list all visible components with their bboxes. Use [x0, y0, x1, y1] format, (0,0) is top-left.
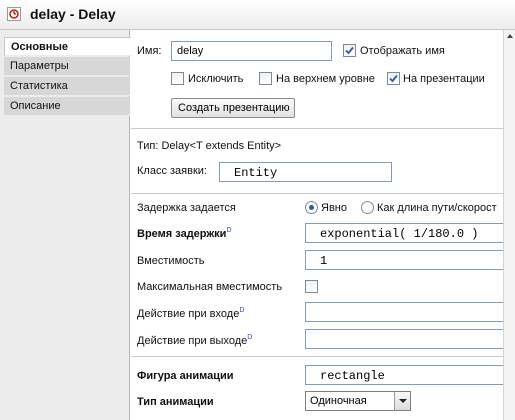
entity-class-label: Класс заявки:: [137, 165, 207, 177]
entity-class-input[interactable]: Entity: [219, 162, 392, 182]
radio-path-length-label: Как длина пути/скорост: [377, 202, 497, 214]
tab-parameters[interactable]: Параметры: [4, 57, 130, 76]
max-capacity-label: Максимальная вместимость: [137, 281, 283, 293]
on-presentation-checkbox[interactable]: [387, 72, 400, 85]
tab-statistics[interactable]: Статистика: [4, 77, 130, 96]
top-level-checkbox[interactable]: [259, 72, 272, 85]
anim-shape-label: Фигура анимации: [137, 370, 234, 382]
properties-tab-sidebar: Основные Параметры Статистика Описание: [0, 30, 131, 420]
window-title: delay - Delay: [30, 6, 116, 22]
max-capacity-checkbox[interactable]: [305, 280, 318, 293]
dropdown-button[interactable]: [394, 392, 410, 410]
dynamic-marker: D: [226, 227, 232, 234]
name-label: Имя:: [137, 45, 162, 57]
create-presentation-button[interactable]: Создать презентацию: [171, 98, 295, 118]
type-text: Тип: Delay<T extends Entity>: [137, 140, 282, 152]
tab-main[interactable]: Основные: [4, 37, 131, 56]
delay-block-icon: [7, 7, 21, 21]
radio-explicit[interactable]: [305, 201, 318, 214]
section-divider: [131, 193, 503, 194]
tab-description[interactable]: Описание: [4, 97, 130, 116]
checkmark-icon: [389, 74, 398, 83]
capacity-label: Вместимость: [137, 255, 205, 267]
on-exit-label: Действие при выходеD: [137, 334, 253, 347]
on-enter-label: Действие при входеD: [137, 307, 245, 320]
show-name-label: Отображать имя: [360, 45, 445, 57]
on-enter-input[interactable]: [305, 302, 505, 322]
anim-type-label: Тип анимации: [137, 396, 214, 408]
dynamic-marker: D: [239, 307, 245, 314]
chevron-down-icon: [399, 399, 407, 403]
exclude-checkbox[interactable]: [171, 72, 184, 85]
delay-time-label: Время задержкиD: [137, 227, 232, 240]
capacity-input[interactable]: 1: [305, 250, 505, 270]
section-divider: [131, 356, 503, 357]
section-divider: [131, 128, 503, 129]
top-level-label: На верхнем уровне: [276, 73, 375, 85]
vertical-scrollbar[interactable]: [503, 30, 515, 420]
show-name-checkbox[interactable]: [343, 44, 356, 57]
anim-shape-input[interactable]: rectangle: [305, 365, 505, 385]
radio-selected-dot: [309, 205, 314, 210]
anim-type-select[interactable]: Одиночная: [305, 391, 411, 411]
checkmark-icon: [345, 46, 354, 55]
delay-given-label: Задержка задается: [137, 202, 236, 214]
exclude-label: Исключить: [188, 73, 244, 85]
name-input[interactable]: delay: [171, 41, 332, 61]
radio-explicit-label: Явно: [321, 202, 347, 214]
scroll-up-arrow-icon[interactable]: [505, 31, 515, 41]
anim-type-value: Одиночная: [310, 395, 367, 407]
title-bar: delay - Delay: [0, 0, 515, 30]
on-presentation-label: На презентации: [403, 73, 485, 85]
on-exit-input[interactable]: [305, 329, 505, 349]
radio-path-length[interactable]: [361, 201, 374, 214]
delay-time-input[interactable]: exponential( 1/180.0 ): [305, 223, 505, 243]
dynamic-marker: D: [247, 334, 253, 341]
